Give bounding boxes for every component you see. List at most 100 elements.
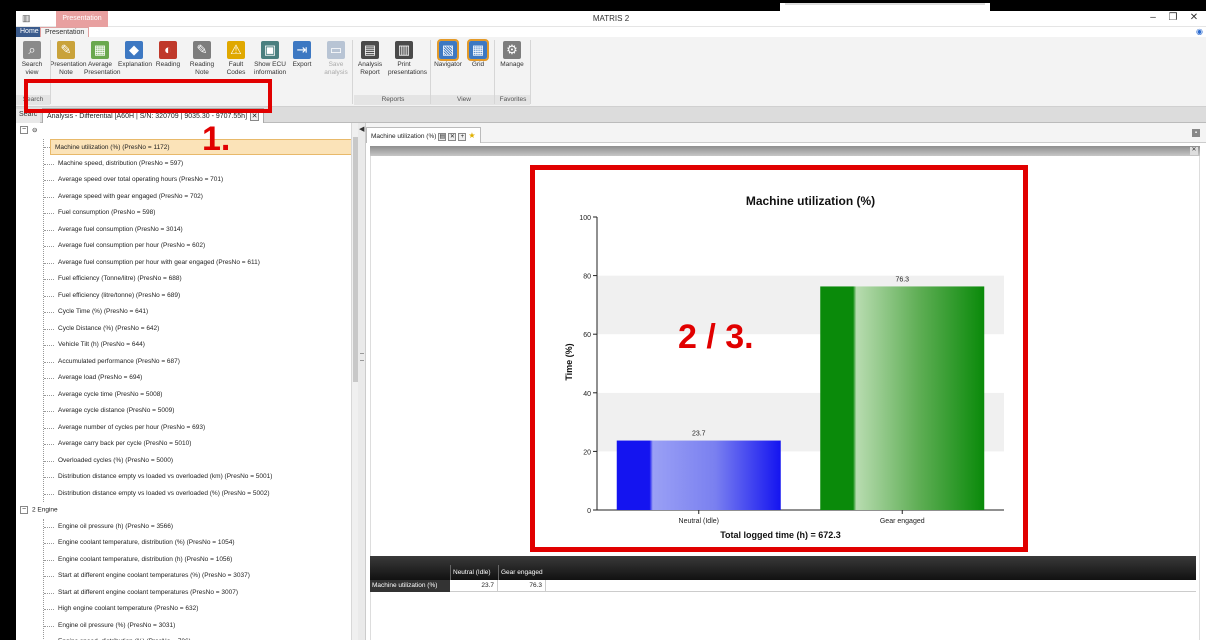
- tree-item[interactable]: Fuel efficiency (Tonne/litre) (PresNo = …: [16, 271, 356, 287]
- ribbon-button-label: Presentation: [84, 69, 121, 76]
- tree-item[interactable]: Fuel efficiency (litre/tonne) (PresNo = …: [16, 288, 356, 304]
- ribbon-button-label: Grid: [471, 61, 485, 68]
- tree-item[interactable]: Cycle Distance (%) (PresNo = 642): [16, 321, 356, 337]
- tree-item[interactable]: Accumulated performance (PresNo = 687): [16, 354, 356, 370]
- detach-icon[interactable]: ▤: [438, 133, 447, 141]
- chart-header-bar: ✕: [370, 146, 1200, 156]
- reading-icon: ◐: [159, 41, 177, 59]
- tree-item[interactable]: High engine coolant temperature (PresNo …: [16, 601, 356, 617]
- add-icon[interactable]: +: [458, 133, 467, 141]
- tree-item-label: Machine utilization (%) (PresNo = 1172): [50, 139, 352, 155]
- minimize-button[interactable]: –: [1143, 12, 1163, 23]
- explanation-button[interactable]: ◆ Explanation: [118, 41, 152, 69]
- tree-item[interactable]: Average speed with gear engaged (PresNo …: [16, 189, 356, 205]
- navigator-button[interactable]: ▧ Navigator: [432, 39, 464, 69]
- tree-item-label: Fuel consumption (PresNo = 598): [58, 209, 156, 216]
- ecu-icon: ▣: [261, 41, 279, 59]
- save-analysis-button[interactable]: ▭ Save analysis: [320, 41, 352, 77]
- tree-item[interactable]: Engine coolant temperature, distribution…: [16, 535, 356, 551]
- panel-splitter[interactable]: ◀: [358, 123, 366, 640]
- ribbon-separator: [530, 40, 531, 104]
- grid-cell[interactable]: 23.7: [450, 580, 498, 592]
- close-tab-icon[interactable]: ✕: [250, 112, 260, 121]
- tree-item[interactable]: Overloaded cycles (%) (PresNo = 5000): [16, 453, 356, 469]
- tree-item-label: Vehicle Tilt (h) (PresNo = 644): [58, 341, 145, 348]
- fault-codes-button[interactable]: ⚠ Fault Codes: [220, 41, 252, 77]
- pin-icon[interactable]: ▪: [1192, 129, 1200, 137]
- close-icon[interactable]: ✕: [448, 133, 457, 141]
- tree-connector: [44, 576, 54, 577]
- tab-home[interactable]: Home: [16, 27, 43, 37]
- tree-item[interactable]: Average load (PresNo = 694): [16, 370, 356, 386]
- tree-category-toggle[interactable]: − ⊖: [20, 126, 37, 135]
- ribbon-separator: [430, 40, 431, 104]
- ribbon-button-label: Note: [195, 69, 209, 76]
- showecu-information-button[interactable]: ▣ Show ECU information: [254, 41, 286, 77]
- tree-item[interactable]: Distribution distance empty vs loaded vs…: [16, 469, 356, 485]
- annotation-label-2-3: 2 / 3.: [678, 318, 754, 356]
- annotation-box-1: [24, 79, 272, 113]
- collapse-icon[interactable]: −: [20, 506, 28, 514]
- close-button[interactable]: ✕: [1184, 12, 1204, 23]
- presentation-note-button[interactable]: ✎ Presentation Note: [50, 41, 87, 77]
- print-presentations-button[interactable]: ▥ Print presentations: [388, 41, 428, 77]
- tree-item[interactable]: Average fuel consumption (PresNo = 3014): [16, 222, 356, 238]
- tree-item[interactable]: Average speed over total operating hours…: [16, 172, 356, 188]
- ribbon-button-label: Presentation: [50, 61, 87, 68]
- reading-note-button[interactable]: ✎ Reading Note: [186, 41, 218, 77]
- average-presentation-button[interactable]: ▦ Average Presentation: [84, 41, 121, 77]
- tree-item[interactable]: Start at different engine coolant temper…: [16, 568, 356, 584]
- tree-item-label: Engine oil pressure (h) (PresNo = 3566): [58, 522, 174, 530]
- tree-item-label: Average fuel consumption per hour (PresN…: [58, 242, 206, 249]
- annotation-box-2-3: [530, 165, 1028, 552]
- grid-header: Neutral (Idle) Gear engaged: [370, 556, 1196, 580]
- analysis-report-button[interactable]: ▤ Analysis Report: [354, 41, 386, 77]
- tree-item[interactable]: Average fuel consumption per hour with g…: [16, 255, 356, 271]
- table-row[interactable]: Machine utilization (%) 23.7 76.3: [370, 580, 1196, 592]
- collapse-arrow-icon[interactable]: ◀: [359, 125, 364, 133]
- tree-item[interactable]: Average cycle distance (PresNo = 5009): [16, 403, 356, 419]
- tree-item[interactable]: Engine oil pressure (h) (PresNo = 3566): [16, 519, 356, 535]
- tree-item[interactable]: Engine speed, distribution (%) (PresNo =…: [16, 634, 356, 640]
- favorite-star-icon[interactable]: ★: [468, 131, 475, 140]
- tab-presentation[interactable]: Presentation: [40, 27, 90, 37]
- tree-item[interactable]: Machine speed, distribution (PresNo = 59…: [16, 156, 356, 172]
- tree-item-label: Fuel efficiency (litre/tonne) (PresNo = …: [58, 291, 181, 299]
- tree-item[interactable]: Start at different engine coolant temper…: [16, 585, 356, 601]
- splitter-grip[interactable]: [360, 353, 364, 361]
- tree-item-label: Average fuel consumption per hour with g…: [58, 258, 260, 266]
- tree-item[interactable]: Average cycle time (PresNo = 5008): [16, 387, 356, 403]
- help-icon[interactable]: ◉: [1196, 27, 1203, 36]
- tree-connector: [44, 444, 54, 445]
- tree-scrollbar[interactable]: [351, 123, 358, 640]
- grid-button[interactable]: ▦ Grid: [462, 39, 494, 69]
- ribbon-button-label: presentations: [388, 69, 428, 76]
- tree-connector: [44, 460, 54, 462]
- tree-item[interactable]: Machine utilization (%) (PresNo = 1172): [16, 139, 356, 155]
- grid-cell[interactable]: 76.3: [498, 580, 546, 592]
- grid-col-header[interactable]: Neutral (Idle): [450, 565, 498, 580]
- tree-item[interactable]: Distribution distance empty vs loaded vs…: [16, 486, 356, 502]
- tree-item[interactable]: Engine coolant temperature, distribution…: [16, 552, 356, 568]
- tree-category-engine[interactable]: −2 Engine: [20, 506, 58, 514]
- tree-item-label: Overloaded cycles (%) (PresNo = 5000): [58, 456, 174, 464]
- tree-item[interactable]: Average number of cycles per hour (PresN…: [16, 420, 356, 436]
- close-chart-icon[interactable]: ✕: [1190, 147, 1198, 155]
- tree-item[interactable]: Cycle Time (%) (PresNo = 641): [16, 304, 356, 320]
- save-icon: ▭: [327, 41, 345, 59]
- export-button[interactable]: ⇥ Export: [286, 41, 318, 69]
- tree-item[interactable]: Engine oil pressure (%) (PresNo = 3031): [16, 618, 356, 634]
- tree-item[interactable]: Vehicle Tilt (h) (PresNo = 644): [16, 337, 356, 353]
- manage-button[interactable]: ⚙ Manage: [496, 41, 528, 69]
- search-view-button[interactable]: ⌕ Search view: [16, 41, 48, 77]
- tab-machine-utilization[interactable]: Machine utilization (%) ▤ ✕ + ★: [366, 127, 481, 143]
- tree-item[interactable]: Average fuel consumption per hour (PresN…: [16, 238, 356, 254]
- tree-connector: [44, 361, 54, 363]
- reading-button[interactable]: ◐ Reading: [152, 41, 184, 69]
- tree-item[interactable]: Average carry back per cycle (PresNo = 5…: [16, 436, 356, 452]
- tree-item[interactable]: Fuel consumption (PresNo = 598): [16, 205, 356, 221]
- restore-button[interactable]: ❐: [1163, 12, 1183, 23]
- tree-connector: [44, 427, 54, 429]
- grid-col-header[interactable]: Gear engaged: [498, 565, 546, 580]
- warning-icon: ⚠: [227, 41, 245, 59]
